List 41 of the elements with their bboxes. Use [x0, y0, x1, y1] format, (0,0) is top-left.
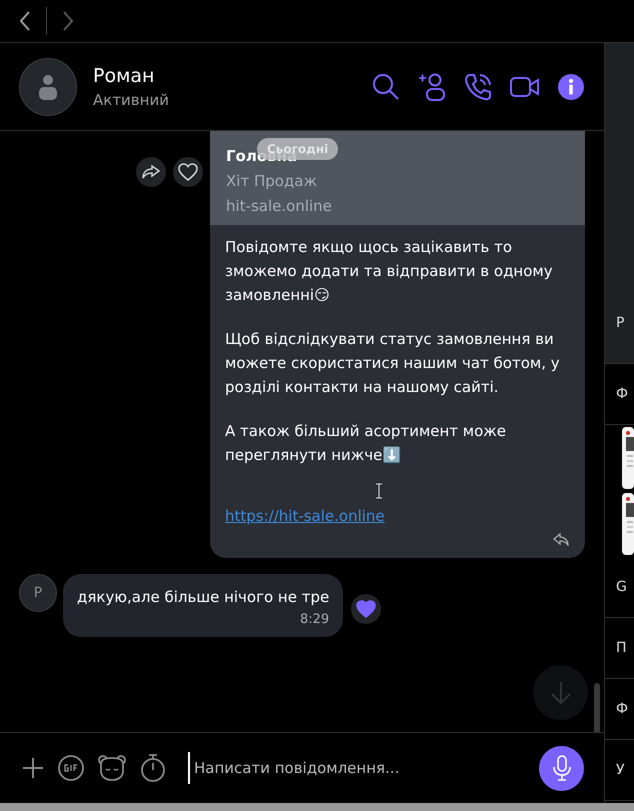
back-icon[interactable]: [18, 10, 32, 32]
contact-name: Роман: [93, 64, 156, 86]
reply-arrow-icon[interactable]: [553, 533, 569, 546]
like-button[interactable]: [173, 157, 203, 187]
preview-subtitle: Хіт Продаж: [226, 172, 318, 190]
sidebar-item[interactable]: Ф: [616, 701, 628, 717]
forward-button[interactable]: [136, 157, 166, 187]
message-text: А також більший асортимент може переглянути нижче⬇: [225, 421, 508, 466]
person-icon: [38, 74, 58, 100]
message-text: Повідомте якщо щось зацікавить то зможемо додати та відправити в одному замовленні😏: [225, 237, 554, 306]
add-person-icon[interactable]: [418, 72, 446, 102]
down-arrow-icon: [550, 680, 572, 704]
message-text: Щоб відслідкувати статус замовлення ви можете скористатися нашим чат ботом, у розділі контакти на нашому сайті.: [225, 329, 561, 398]
bear-face-icon[interactable]: [98, 755, 126, 781]
reaction-button[interactable]: [351, 594, 382, 624]
video-camera-icon[interactable]: [510, 76, 540, 98]
sender-avatar[interactable]: Р: [19, 574, 57, 612]
text-cursor-icon: [375, 483, 383, 499]
search-icon[interactable]: [372, 72, 400, 100]
voice-message-button[interactable]: [539, 746, 584, 790]
phone-call-icon[interactable]: [464, 72, 492, 100]
message-text: дякую,але більше нічого не тре: [77, 588, 330, 606]
gif-icon[interactable]: [58, 755, 84, 781]
sidebar-item[interactable]: П: [616, 640, 627, 656]
sender-initial: Р: [34, 585, 42, 601]
share-arrow-icon: [142, 165, 160, 179]
message-time: 8:29: [300, 612, 330, 627]
sidebar-item[interactable]: G: [616, 579, 627, 595]
heart-icon: [178, 163, 198, 181]
message-input[interactable]: Написати повідомлення...: [188, 752, 526, 784]
preview-domain: hit-sale.online: [226, 197, 333, 215]
plus-icon[interactable]: [22, 757, 44, 779]
forward-icon[interactable]: [61, 10, 75, 32]
sidebar-item[interactable]: Ф: [616, 386, 628, 402]
contact-status: Активний: [93, 90, 169, 108]
info-icon[interactable]: [558, 74, 584, 100]
sidebar-label: Р: [616, 315, 624, 331]
message-link[interactable]: https://hit-sale.online: [225, 507, 385, 525]
microphone-icon: [552, 755, 571, 781]
sidebar-item[interactable]: У: [616, 762, 625, 778]
timer-icon[interactable]: [140, 753, 166, 783]
